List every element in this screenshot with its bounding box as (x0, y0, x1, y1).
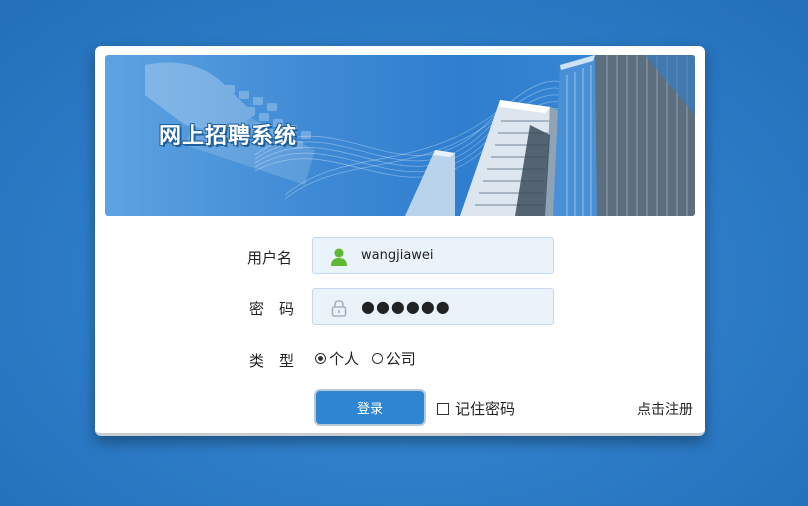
radio-personal-label: 个人 (329, 350, 360, 368)
username-label: 用户名 (247, 249, 293, 267)
type-label: 类 型 (249, 352, 295, 370)
radio-personal[interactable]: 个人 (315, 348, 359, 369)
user-icon (329, 247, 349, 267)
username-field-wrapper (312, 237, 554, 274)
lock-icon (329, 298, 349, 318)
radio-company[interactable]: 公司 (371, 348, 416, 369)
password-field-wrapper (312, 288, 554, 325)
login-button[interactable]: 登录 (314, 389, 426, 426)
register-link[interactable]: 点击注册 (637, 399, 693, 419)
radio-company-indicator[interactable] (371, 353, 383, 364)
remember-checkbox[interactable] (437, 402, 449, 415)
remember-label: 记住密码 (455, 400, 516, 418)
header-banner: 网上招聘系统 (105, 55, 695, 216)
password-input[interactable] (361, 289, 541, 324)
type-radio-group: 个人 公司 (315, 348, 424, 369)
remember-password[interactable]: 记住密码 (437, 398, 515, 419)
banner-title: 网上招聘系统 (159, 124, 298, 149)
password-label: 密 码 (249, 300, 295, 318)
username-input[interactable] (361, 238, 541, 273)
radio-company-label: 公司 (385, 350, 416, 368)
login-card: 网上招聘系统 用户名 密 码 类 型 个人 (95, 46, 705, 436)
radio-personal-indicator[interactable] (315, 353, 326, 364)
